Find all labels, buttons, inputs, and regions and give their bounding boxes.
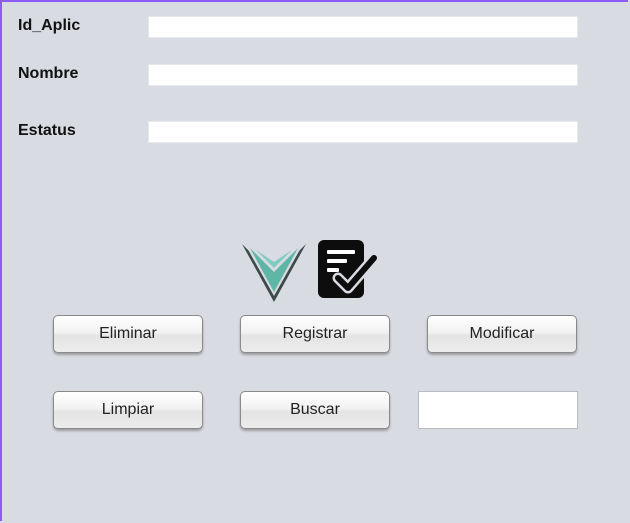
limpiar-button[interactable]: Limpiar [53,391,203,429]
id-aplic-field[interactable] [148,16,578,38]
estatus-label: Estatus [18,122,76,139]
eliminar-button[interactable]: Eliminar [53,315,203,353]
search-input[interactable] [418,391,578,429]
nombre-label: Nombre [18,65,79,82]
estatus-field[interactable] [148,121,578,143]
modificar-button[interactable]: Modificar [427,315,577,353]
nombre-field[interactable] [148,64,578,86]
buscar-button[interactable]: Buscar [240,391,390,429]
document-check-icon[interactable] [316,238,380,302]
teal-chevron-logo-icon [242,244,306,302]
registrar-button[interactable]: Registrar [240,315,390,353]
id-aplic-label: Id_Aplic [18,17,81,34]
